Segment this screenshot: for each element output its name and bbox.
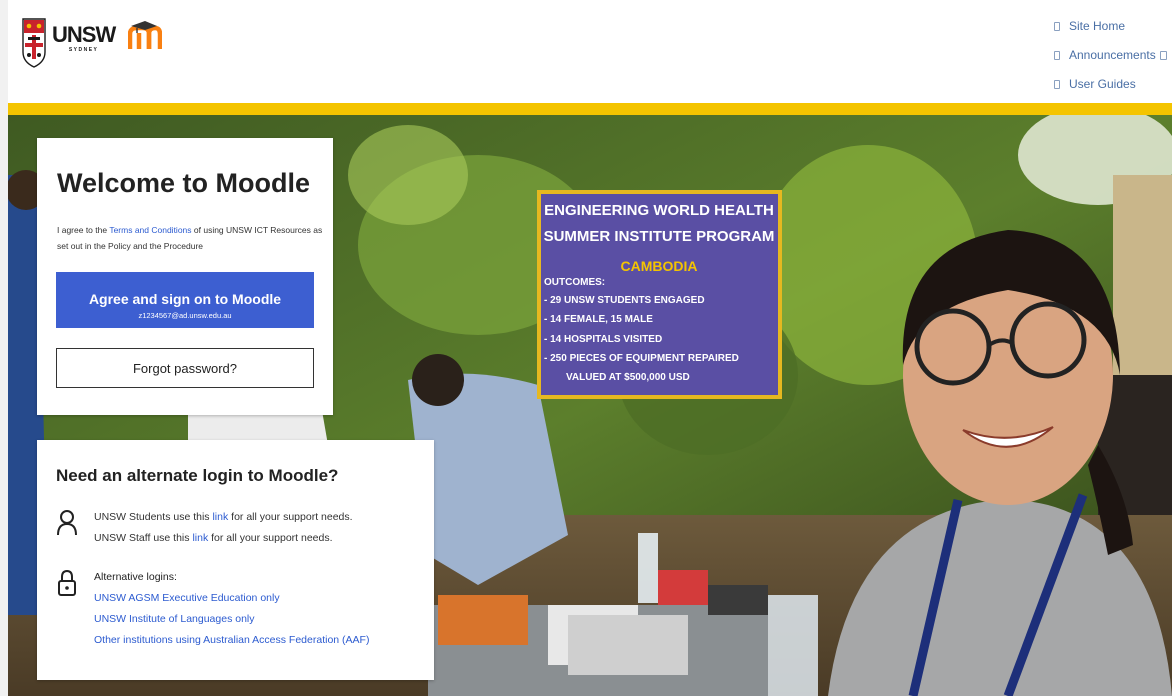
students-line: UNSW Students use this link for all your… [94,507,353,528]
user-icon [57,510,77,536]
forgot-password-button[interactable]: Forgot password? [56,348,314,388]
page-title: Welcome to Moodle [57,168,311,198]
sign-title-line2: SUMMER INSTITUTE PROGRAM [544,228,775,245]
staff-suffix: for all your support needs. [208,532,333,544]
institute-languages-login-link[interactable]: UNSW Institute of Languages only [94,609,369,630]
staff-support-link[interactable]: link [192,532,208,544]
terms-text: I agree to the Terms and Conditions of u… [57,222,327,254]
nav-label: Site Home [1069,19,1126,33]
moodle-m-icon[interactable] [128,20,162,50]
agsm-login-link[interactable]: UNSW AGSM Executive Education only [94,588,369,609]
unsw-crest-icon [22,18,46,68]
lock-icon [58,569,76,596]
sign-outcomes-label: OUTCOMES: [544,277,605,288]
students-support-link[interactable]: link [212,511,228,523]
nav-bullet-icon [1054,22,1060,31]
unsw-logo[interactable]: UNSW SYDNEY [22,18,116,68]
accent-bar [8,103,1172,115]
university-city: SYDNEY [68,47,99,53]
account-id: z1234567@ad.unsw.edu.au [138,311,232,320]
alternate-login-title: Need an alternate login to Moodle? [56,466,339,485]
sign-outcome: - 250 PIECES OF EQUIPMENT REPAIRED [544,353,739,364]
site-header: UNSW SYDNEY Site Home Announcements User… [8,0,1172,103]
nav-external-icon [1159,51,1167,60]
nav-label: Announcements [1069,48,1156,62]
nav-item-site-home[interactable]: Site Home [1054,12,1167,41]
staff-line: UNSW Staff use this link for all your su… [94,528,353,549]
alternate-login-card: Need an alternate login to Moodle? UNSW … [37,440,434,680]
terms-prefix: I agree to the [57,225,110,235]
nav-bullet-icon [1054,80,1060,89]
sign-country: CAMBODIA [621,258,698,274]
sign-outcome: - 14 FEMALE, 15 MALE [544,314,653,325]
sign-outcome: - 29 UNSW STUDENTS ENGAGED [544,295,705,306]
hero-sign: ENGINEERING WORLD HEALTH SUMMER INSTITUT… [537,190,782,399]
alternative-logins-list: Alternative logins: UNSW AGSM Executive … [94,567,369,651]
support-text: UNSW Students use this link for all your… [94,507,353,549]
nav-bullet-icon [1054,51,1060,60]
students-prefix: UNSW Students use this [94,511,213,523]
unsw-wordmark: UNSW SYDNEY [52,22,116,54]
sign-outcome: - 14 HOSPITALS VISITED [544,334,662,345]
nav-item-announcements[interactable]: Announcements [1054,41,1167,70]
students-suffix: for all your support needs. [228,511,353,523]
nav-label: User Guides [1069,77,1136,91]
aaf-login-link[interactable]: Other institutions using Australian Acce… [94,630,369,651]
nav-item-user-guides[interactable]: User Guides [1054,70,1167,99]
agree-button-label: Agree and sign on to Moodle [88,291,282,307]
page: UNSW SYDNEY Site Home Announcements User… [8,0,1172,696]
sign-outcome-value: VALUED AT $500,000 USD [566,372,690,383]
sign-title-line1: ENGINEERING WORLD HEALTH [544,202,774,219]
staff-prefix: UNSW Staff use this [94,532,193,544]
terms-link[interactable]: Terms and Conditions [109,225,191,235]
agree-sign-on-button[interactable]: Agree and sign on to Moodle z1234567@ad.… [56,272,314,328]
login-card: Welcome to Moodle I agree to the Terms a… [37,138,333,415]
alternative-logins-heading: Alternative logins: [94,571,177,583]
top-nav: Site Home Announcements User Guides [1054,12,1167,99]
university-name: UNSW [52,22,116,47]
